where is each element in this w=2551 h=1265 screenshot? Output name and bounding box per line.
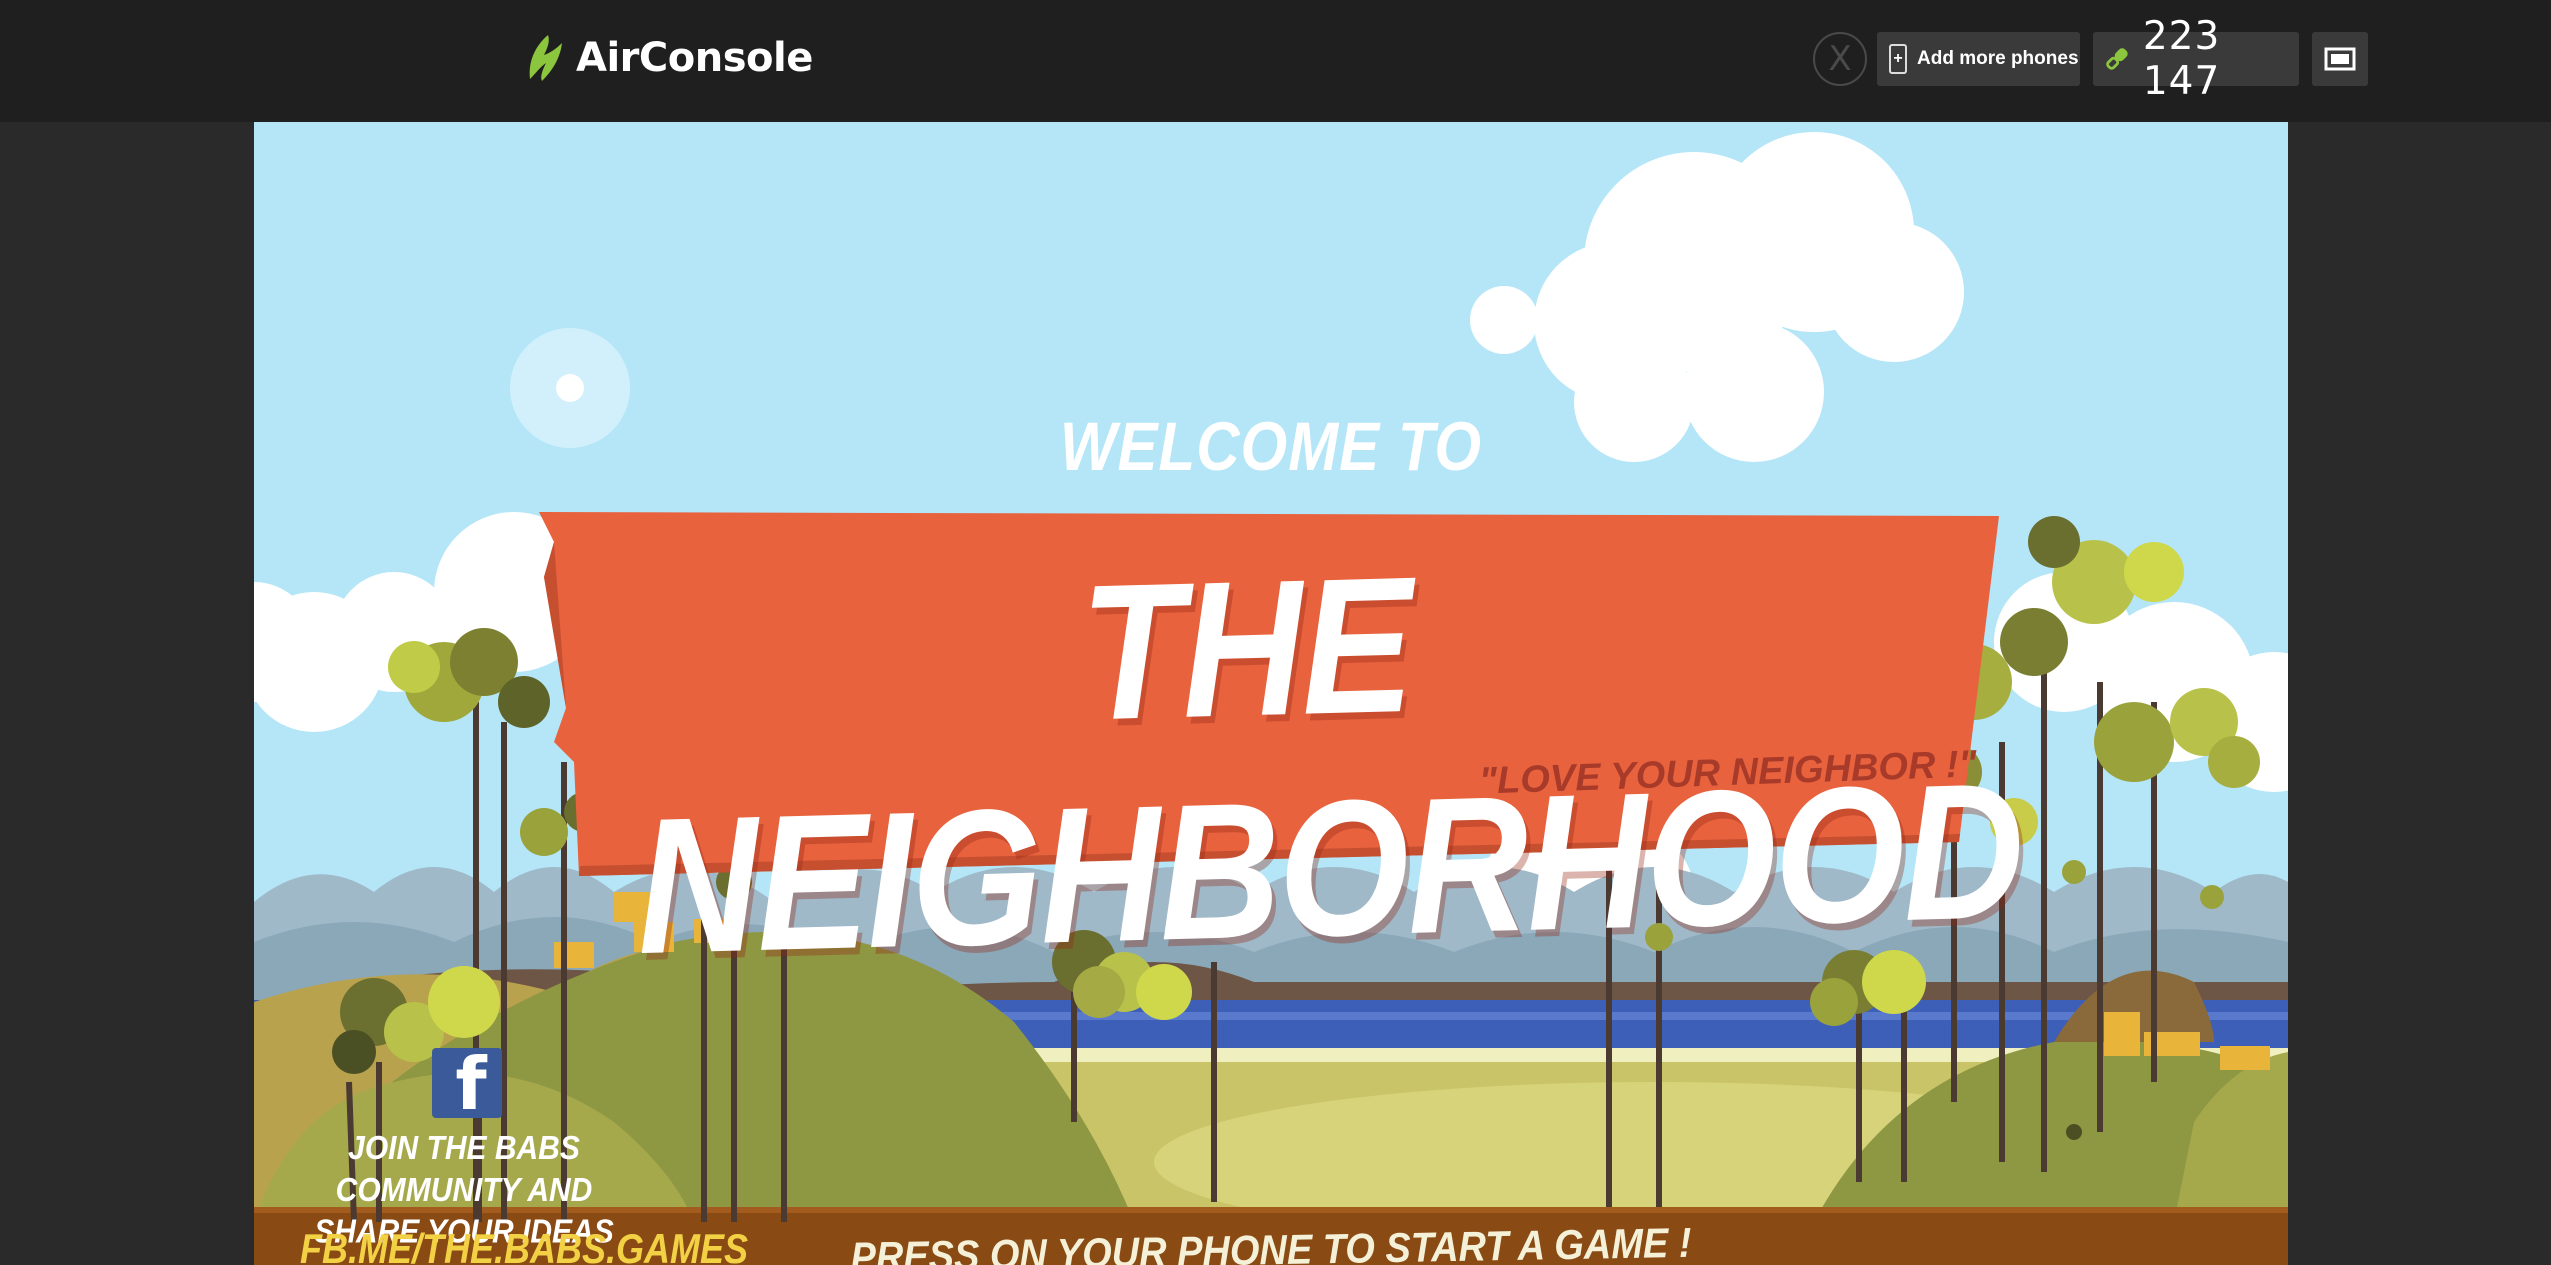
airconsole-logo[interactable]: AirConsole	[526, 32, 813, 84]
connection-code: 223 147	[2093, 14, 2299, 104]
facebook-icon[interactable]: f	[432, 1048, 502, 1118]
fullscreen-icon	[2324, 47, 2356, 71]
game-screen[interactable]: WELCOME TO THE NEIGHBORHOOD "LOVE YOUR N…	[254, 122, 2288, 1265]
logo-text: AirConsole	[576, 35, 813, 81]
fullscreen-button[interactable]	[2312, 32, 2368, 86]
code-text: 223 147	[2142, 14, 2221, 104]
airconsole-logo-icon	[529, 35, 562, 81]
exit-button[interactable]: X	[1813, 32, 1867, 86]
top-bar: AirConsole X + Add more phones 223 147	[0, 0, 2551, 122]
link-icon	[2106, 48, 2128, 70]
add-more-phones-button[interactable]: + Add more phones	[1877, 32, 2080, 86]
community-line-1: JOIN THE BABS COMMUNITY AND	[335, 1130, 593, 1209]
welcome-text: WELCOME TO	[1059, 407, 1483, 486]
add-more-phones-label: Add more phones	[1917, 48, 2079, 69]
phone-plus-icon: +	[1889, 44, 1907, 74]
facebook-f-glyph: f	[455, 1048, 487, 1118]
facebook-link[interactable]: FB.ME/THE.BABS.GAMES	[300, 1225, 748, 1265]
